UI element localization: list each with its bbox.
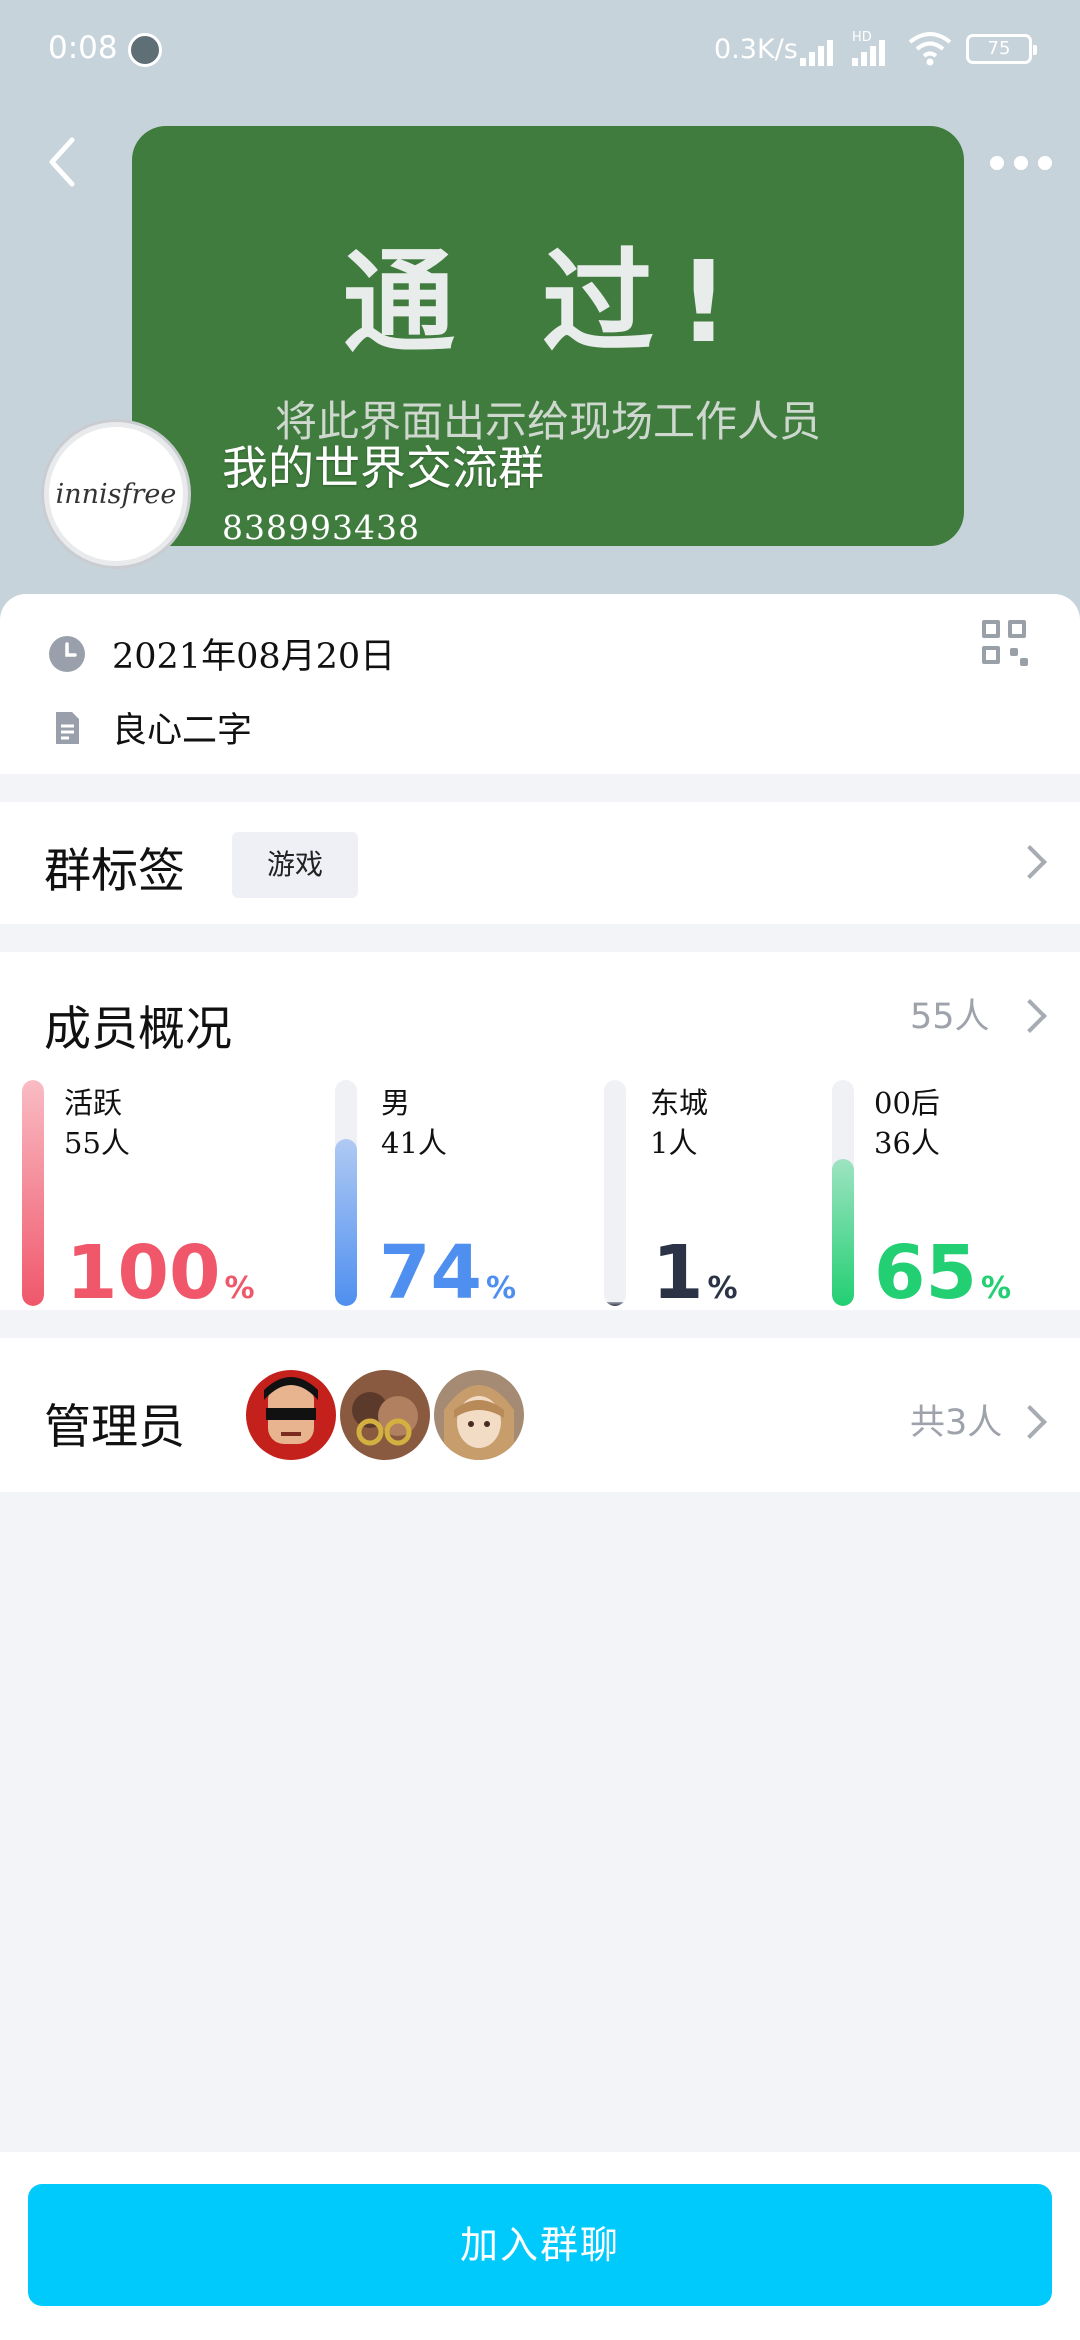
admin-avatar[interactable] <box>434 1370 524 1460</box>
created-date-row: 2021年08月20日 <box>48 628 395 679</box>
stat-active: 活跃 55人 100% <box>22 1080 262 1316</box>
stat-percent-sign: % <box>707 1271 738 1306</box>
stat-bar-track <box>22 1080 44 1306</box>
document-icon <box>56 711 79 744</box>
stat-percent-sign: % <box>224 1271 255 1306</box>
stat-age: 00后 36人 65% <box>832 1080 1072 1316</box>
stat-bar-track <box>604 1080 626 1306</box>
stat-count: 41人 <box>381 1126 447 1160</box>
avatar-logo-text: innisfree <box>55 478 177 510</box>
stat-bar-track <box>832 1080 854 1306</box>
join-group-button[interactable]: 加入群聊 <box>28 2184 1052 2306</box>
chevron-right-icon <box>1013 999 1047 1033</box>
stat-percent: 65% <box>874 1230 1011 1316</box>
stat-percent-value: 65 <box>874 1230 977 1316</box>
admin-avatar[interactable] <box>340 1370 430 1460</box>
tag-chip[interactable]: 游戏 <box>232 832 358 898</box>
stat-bar-fill <box>604 1302 626 1306</box>
admins-section[interactable]: 管理员 共3人 <box>0 1338 1080 1492</box>
stat-bar-fill <box>832 1159 854 1306</box>
stat-region: 东城 1人 1% <box>604 1080 844 1316</box>
stat-count: 36人 <box>874 1126 940 1160</box>
stat-male: 男 41人 74% <box>335 1080 575 1316</box>
cover-title: 通 过! <box>342 238 754 368</box>
admins-total: 共3人 <box>910 1403 1003 1443</box>
status-time: 0:08 <box>48 30 118 66</box>
qr-code-icon[interactable] <box>982 620 1028 666</box>
stat-percent: 74% <box>379 1230 516 1316</box>
created-date: 2021年08月20日 <box>112 637 396 677</box>
clock-icon <box>49 635 85 672</box>
group-id: 838993438 <box>222 508 420 547</box>
signal-hd-icon <box>852 36 894 66</box>
network-speed: 0.3K/s <box>714 34 798 65</box>
stat-label: 活跃 <box>64 1086 123 1120</box>
stat-percent: 1% <box>652 1230 738 1316</box>
stat-percent-sign: % <box>980 1271 1012 1306</box>
group-avatar[interactable]: innisfree <box>44 422 188 566</box>
stat-count: 1人 <box>650 1126 698 1160</box>
owner-name: 良心二字 <box>112 711 253 751</box>
admin-avatar[interactable] <box>246 1370 336 1460</box>
stat-bar-track <box>335 1080 357 1306</box>
admins-title: 管理员 <box>44 1400 185 1455</box>
group-name: 我的世界交流群 <box>222 441 544 495</box>
stat-bar-fill <box>22 1080 44 1306</box>
group-header: 0:08 0.3K/s HD 75 通 过! 将此界面出示给现场工作人员 inn… <box>0 0 1080 620</box>
chevron-right-icon <box>1013 1405 1047 1439</box>
status-bar: 0:08 0.3K/s HD 75 <box>0 0 1080 100</box>
stat-percent-value: 1 <box>652 1230 704 1316</box>
stat-percent: 100% <box>66 1230 255 1316</box>
battery-icon: 75 <box>966 34 1037 64</box>
back-button[interactable] <box>40 132 86 192</box>
stat-label: 东城 <box>650 1086 709 1120</box>
group-tags-section[interactable]: 群标签 <box>0 802 1080 924</box>
stat-percent-value: 74 <box>379 1230 482 1316</box>
signal-icon <box>800 36 842 66</box>
members-count[interactable]: 55人 <box>910 988 990 1039</box>
app-notification-icon <box>128 33 162 67</box>
stat-label: 男 <box>381 1086 411 1120</box>
members-title: 成员概况 <box>44 1002 232 1057</box>
owner-row: 良心二字 <box>48 702 252 753</box>
tags-title: 群标签 <box>44 844 185 899</box>
stat-percent-sign: % <box>485 1271 517 1306</box>
wifi-icon <box>908 32 952 66</box>
stat-count: 55人 <box>64 1126 130 1160</box>
chevron-right-icon <box>1013 845 1047 879</box>
stat-percent-value: 100 <box>66 1230 221 1316</box>
stat-label: 00后 <box>874 1086 940 1120</box>
more-options-button[interactable] <box>990 150 1052 174</box>
stat-bar-fill <box>335 1139 357 1306</box>
